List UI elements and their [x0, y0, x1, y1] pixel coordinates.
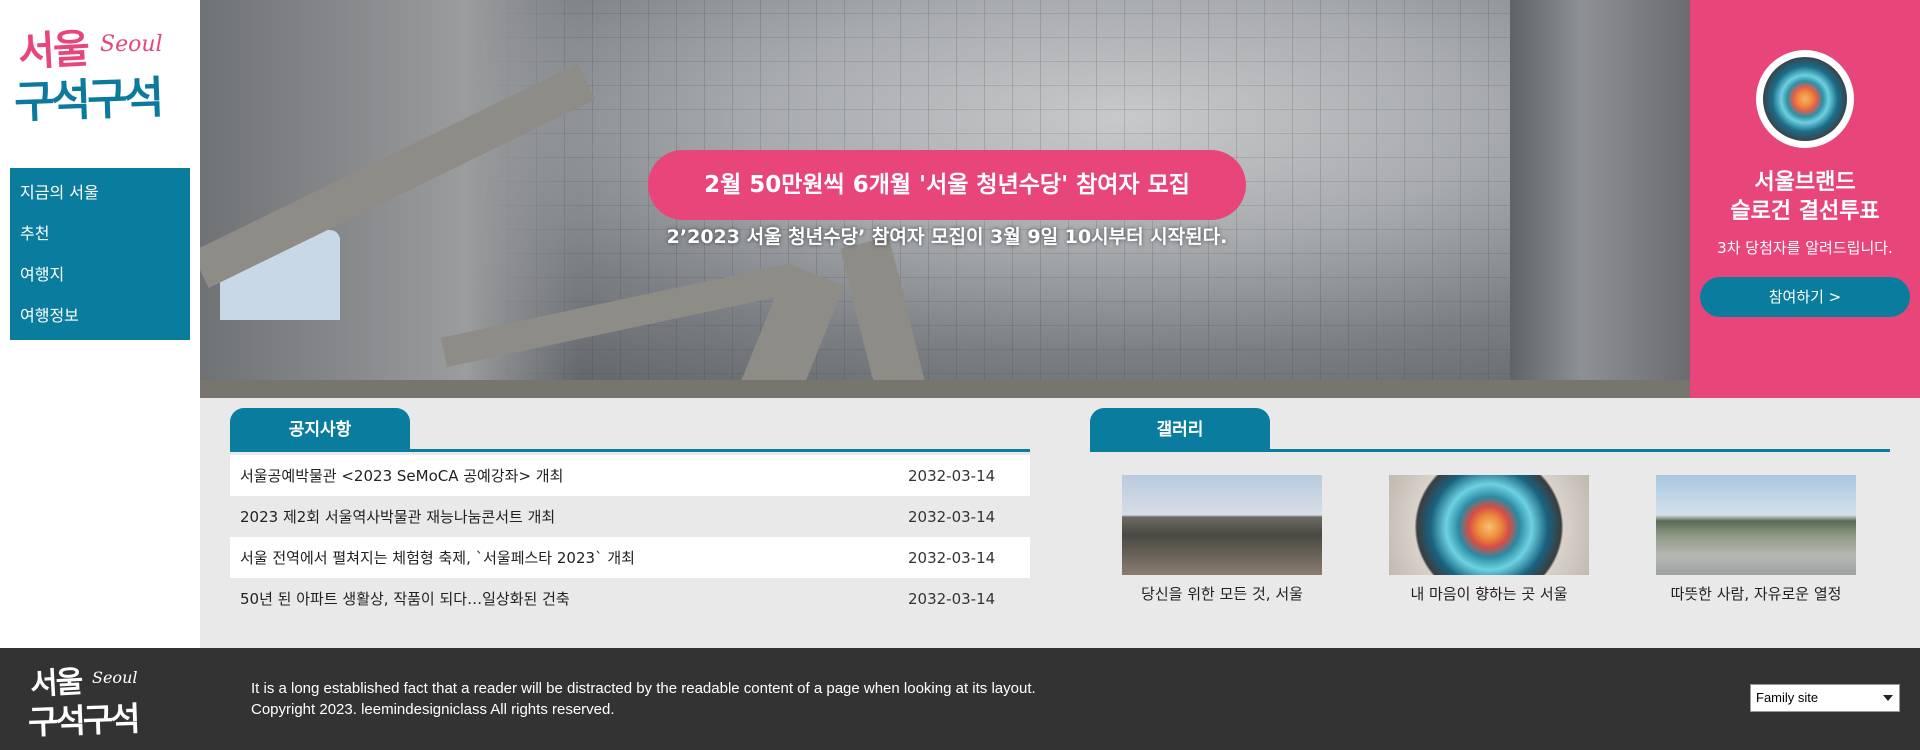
tab-notice[interactable]: 공지사항 [230, 408, 410, 452]
notice-row[interactable]: 서울 전역에서 펼쳐지는 체험형 축제, `서울페스타 2023` 개최 203… [230, 537, 1030, 578]
nav-item-destinations[interactable]: 여행지 [10, 254, 190, 295]
nav-item-travel-info[interactable]: 여행정보 [10, 295, 190, 336]
notice-header: 공지사항 [230, 408, 1030, 452]
nav-item-recommend[interactable]: 추천 [10, 213, 190, 254]
chevron-down-icon [1883, 695, 1893, 701]
gallery-image[interactable] [1122, 475, 1322, 575]
footer-copyright: Copyright 2023. leemindesigniclass All r… [251, 701, 615, 718]
notice-date: 2032-03-14 [908, 466, 996, 485]
footer-logo[interactable]: 서울 Seoul 구석구석 [27, 658, 158, 742]
tab-gallery[interactable]: 갤러리 [1090, 408, 1270, 452]
hero-right-wall [1510, 0, 1690, 398]
notice-date: 2032-03-14 [908, 548, 996, 567]
hero-banner: 2월 50만원씩 6개월 '서울 청년수당' 참여자 모집 2’2023 서울 … [200, 0, 1690, 398]
promo-title: 서울브랜드 슬로건 결선투표 [1690, 168, 1920, 226]
logo-text-latin: Seoul [100, 32, 163, 57]
footer-logo-latin: Seoul [92, 668, 138, 687]
promo-title-line2: 슬로건 결선투표 [1730, 199, 1880, 224]
promo-description: 3차 당첨자를 알려드립니다. [1717, 239, 1893, 257]
gallery-image[interactable] [1389, 475, 1589, 575]
family-site-selected: Family site [1756, 690, 1819, 705]
notice-title[interactable]: 서울 전역에서 펼쳐지는 체험형 축제, `서울페스타 2023` 개최 [240, 547, 908, 568]
notice-title[interactable]: 2023 제2회 서울역사박물관 재능나눔콘서트 개최 [240, 506, 908, 527]
footer: 서울 Seoul 구석구석 It is a long established f… [0, 648, 1920, 750]
promo-circle-art [1763, 57, 1847, 141]
notice-row[interactable]: 서울공예박물관 <2023 SeMoCA 공예강좌> 개최 2032-03-14 [230, 455, 1030, 496]
notice-title[interactable]: 서울공예박물관 <2023 SeMoCA 공예강좌> 개최 [240, 465, 908, 486]
notice-title[interactable]: 50년 된 아파트 생활상, 작품이 되다…일상화된 건축 [240, 588, 908, 609]
gallery-caption: 내 마음이 향하는 곳 서울 [1410, 585, 1568, 603]
gallery-grid: 당신을 위한 모든 것, 서울 내 마음이 향하는 곳 서울 따뜻한 사람, 자… [1090, 475, 1890, 605]
footer-logo-slogan: 구석구석 [27, 699, 139, 742]
family-site-select[interactable]: Family site [1750, 684, 1900, 712]
promo-circle-image [1756, 50, 1854, 148]
footer-line1: It is a long established fact that a rea… [251, 680, 1036, 697]
logo-text-slogan: 구석구석 [13, 72, 161, 129]
notice-date: 2032-03-14 [908, 589, 996, 608]
gallery-header: 갤러리 [1090, 408, 1890, 452]
sidebar: 서울 Seoul 구석구석 지금의 서울 추천 여행지 여행정보 [0, 0, 200, 648]
nav-item-now-seoul[interactable]: 지금의 서울 [10, 172, 190, 213]
footer-text: It is a long established fact that a rea… [251, 678, 1036, 720]
notice-row[interactable]: 2023 제2회 서울역사박물관 재능나눔콘서트 개최 2032-03-14 [230, 496, 1030, 537]
main-nav: 지금의 서울 추천 여행지 여행정보 [10, 168, 190, 340]
promo-panel: 서울브랜드 슬로건 결선투표 3차 당첨자를 알려드립니다. 참여하기 > [1690, 0, 1920, 398]
gallery-item[interactable]: 당신을 위한 모든 것, 서울 [1122, 475, 1322, 604]
hero-ground [200, 380, 1690, 398]
hero-subtitle: 2’2023 서울 청년수당’ 참여자 모집이 3월 9일 10시부터 시작된다… [666, 226, 1228, 248]
promo-title-line1: 서울브랜드 [1754, 170, 1856, 195]
notice-list: 서울공예박물관 <2023 SeMoCA 공예강좌> 개최 2032-03-14… [230, 455, 1030, 619]
gallery-caption: 따뜻한 사람, 자유로운 열정 [1670, 585, 1842, 603]
gallery-image[interactable] [1656, 475, 1856, 575]
gallery-item[interactable]: 내 마음이 향하는 곳 서울 [1389, 475, 1589, 604]
content-area: 공지사항 서울공예박물관 <2023 SeMoCA 공예강좌> 개최 2032-… [200, 398, 1920, 648]
gallery-item[interactable]: 따뜻한 사람, 자유로운 열정 [1656, 475, 1856, 604]
participate-button[interactable]: 참여하기 > [1700, 277, 1910, 317]
hero-title-pill[interactable]: 2월 50만원씩 6개월 '서울 청년수당' 참여자 모집 [648, 150, 1246, 220]
gallery-caption: 당신을 위한 모든 것, 서울 [1141, 585, 1303, 603]
notice-date: 2032-03-14 [908, 507, 996, 526]
seoul-logo[interactable]: 서울 Seoul 구석구석 [13, 18, 174, 128]
notice-row[interactable]: 50년 된 아파트 생활상, 작품이 되다…일상화된 건축 2032-03-14 [230, 578, 1030, 619]
